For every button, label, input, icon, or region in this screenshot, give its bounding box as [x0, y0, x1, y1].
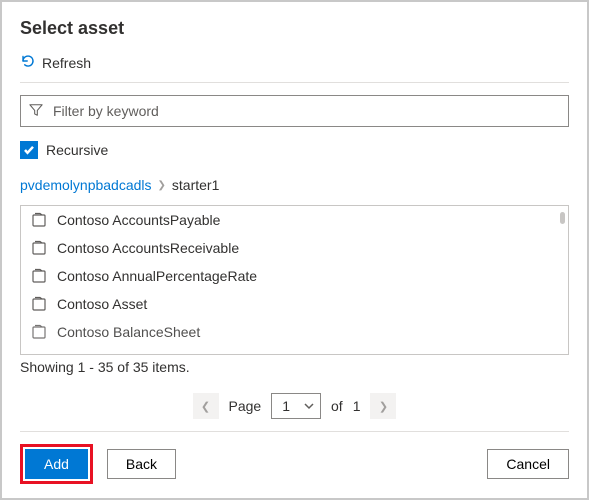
recursive-checkbox-row[interactable]: Recursive — [20, 141, 569, 159]
asset-icon — [31, 240, 47, 256]
chevron-down-icon — [304, 398, 314, 414]
asset-list[interactable]: Contoso AccountsPayable Contoso Accounts… — [20, 205, 569, 355]
filter-icon — [29, 103, 43, 120]
refresh-label: Refresh — [42, 55, 91, 71]
refresh-icon — [20, 53, 36, 72]
asset-name: Contoso BalanceSheet — [57, 324, 200, 340]
asset-name: Contoso AccountsPayable — [57, 212, 220, 228]
pager-page-select[interactable]: 1 — [271, 393, 321, 419]
chevron-left-icon: ❮ — [201, 400, 210, 413]
breadcrumb-current: starter1 — [172, 177, 219, 193]
scrollbar-thumb[interactable] — [560, 212, 565, 224]
divider — [20, 82, 569, 83]
asset-icon — [31, 324, 47, 340]
refresh-button[interactable]: Refresh — [20, 49, 569, 82]
list-item[interactable]: Contoso AccountsReceivable — [21, 234, 568, 262]
asset-icon — [31, 268, 47, 284]
recursive-label: Recursive — [46, 142, 108, 158]
chevron-right-icon: ❯ — [158, 180, 166, 191]
list-item[interactable]: Contoso BalanceSheet — [21, 318, 568, 346]
dialog-title: Select asset — [20, 18, 569, 39]
dialog-footer: Add Back Cancel — [20, 431, 569, 484]
recursive-checkbox[interactable] — [20, 141, 38, 159]
asset-icon — [31, 212, 47, 228]
pager-page-label: Page — [229, 398, 262, 414]
cancel-button[interactable]: Cancel — [487, 449, 569, 479]
pager-current-page: 1 — [282, 398, 290, 414]
list-item[interactable]: Contoso AnnualPercentageRate — [21, 262, 568, 290]
pager-of-label: of — [331, 398, 343, 414]
breadcrumb-root[interactable]: pvdemolynpbadcadls — [20, 177, 152, 193]
asset-name: Contoso AnnualPercentageRate — [57, 268, 257, 284]
highlight-annotation: Add — [20, 444, 93, 484]
pager-next-button[interactable]: ❯ — [370, 393, 396, 419]
pager-prev-button[interactable]: ❮ — [193, 393, 219, 419]
list-item[interactable]: Contoso AccountsPayable — [21, 206, 568, 234]
add-button[interactable]: Add — [25, 449, 88, 479]
filter-input-wrapper[interactable] — [20, 95, 569, 127]
back-button[interactable]: Back — [107, 449, 176, 479]
filter-input[interactable] — [51, 102, 560, 120]
pager: ❮ Page 1 of 1 ❯ — [20, 393, 569, 419]
asset-name: Contoso AccountsReceivable — [57, 240, 239, 256]
pager-total-pages: 1 — [353, 398, 361, 414]
chevron-right-icon: ❯ — [379, 400, 388, 413]
asset-icon — [31, 296, 47, 312]
asset-name: Contoso Asset — [57, 296, 147, 312]
breadcrumb: pvdemolynpbadcadls ❯ starter1 — [20, 177, 569, 193]
showing-count: Showing 1 - 35 of 35 items. — [20, 359, 569, 375]
list-item[interactable]: Contoso Asset — [21, 290, 568, 318]
